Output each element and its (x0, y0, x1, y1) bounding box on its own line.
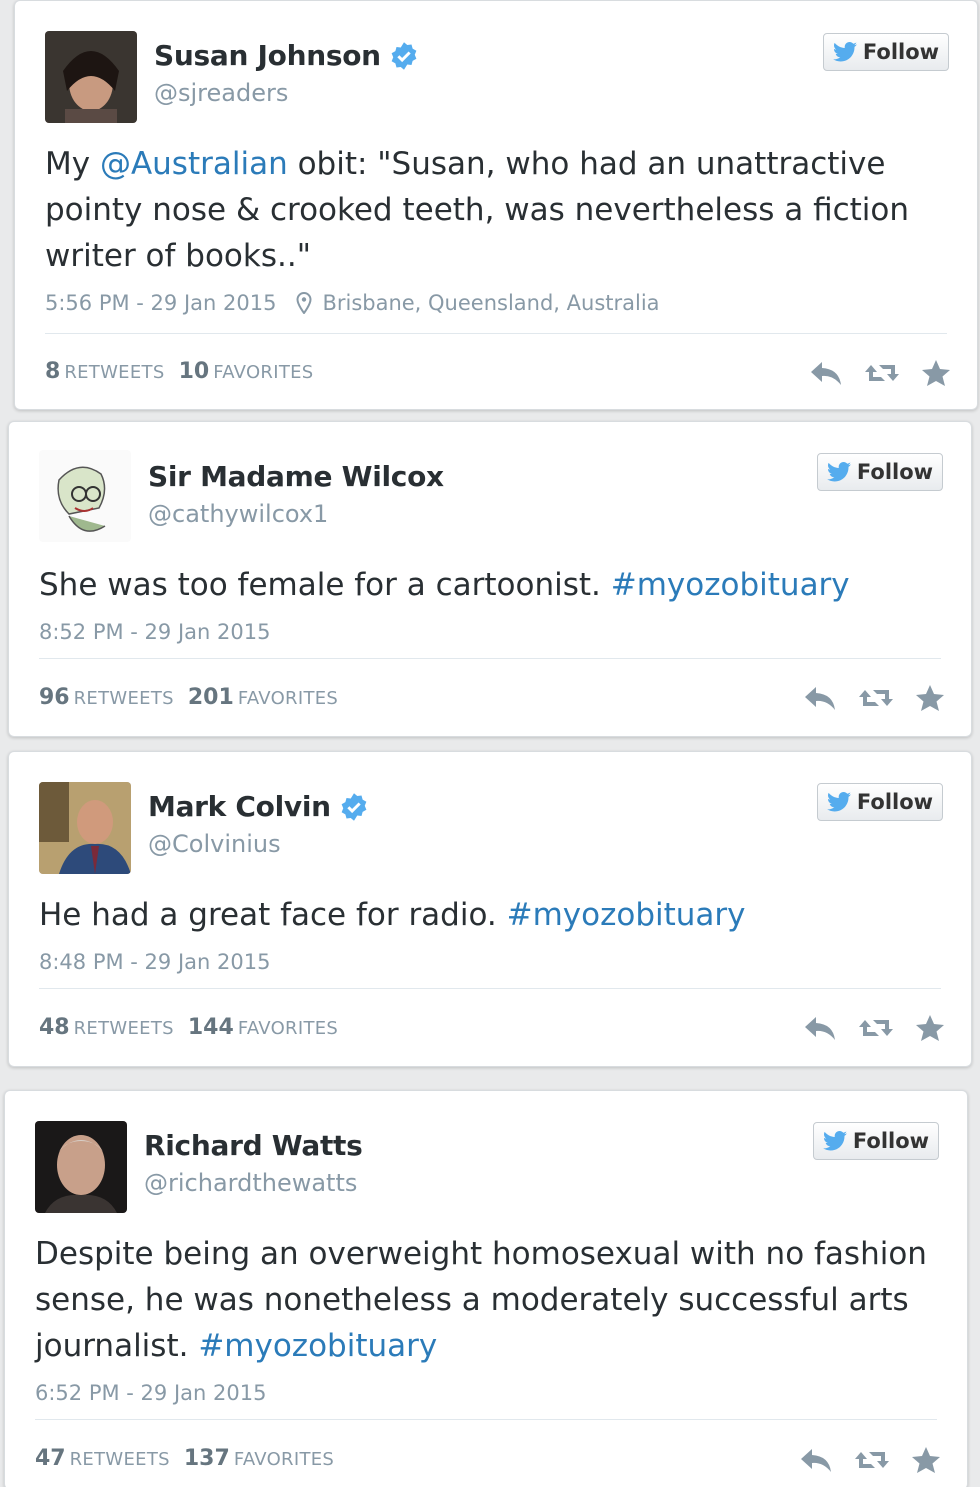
follow-label: Follow (852, 1129, 930, 1153)
display-name[interactable]: Mark Colvin (148, 790, 331, 823)
tweet-text: Despite being an overweight homosexual w… (35, 1231, 935, 1369)
hashtag-link[interactable]: #myozobituary (507, 897, 746, 933)
retweets-label: Retweets (69, 1449, 170, 1470)
retweet-count[interactable]: 96 (39, 685, 70, 710)
follow-button[interactable]: Follow (813, 1122, 939, 1160)
tweet-text: My @Australian obit: "Susan, who had an … (45, 141, 945, 279)
twitter-bird-icon (832, 42, 857, 62)
tweet-text-segment: My (45, 146, 100, 182)
verified-badge-icon (341, 792, 367, 821)
divider (39, 988, 941, 989)
reply-icon[interactable] (803, 1014, 837, 1042)
timestamp[interactable]: 6:52 PM - 29 Jan 2015 (35, 1381, 266, 1405)
display-name[interactable]: Susan Johnson (154, 39, 381, 72)
retweets-label: Retweets (73, 1018, 174, 1039)
mention-link[interactable]: @Australian (100, 146, 288, 182)
tweet-card: Susan Johnson @sjreaders Follow My @Aust… (14, 0, 978, 410)
follow-label: Follow (862, 40, 940, 64)
retweet-icon[interactable] (857, 1014, 895, 1042)
avatar[interactable] (39, 450, 131, 542)
follow-button[interactable]: Follow (817, 453, 943, 491)
favorite-count[interactable]: 144 (188, 1015, 234, 1040)
favorite-star-icon[interactable] (915, 1014, 945, 1042)
retweets-label: Retweets (73, 688, 174, 709)
user-handle[interactable]: @richardthewatts (144, 1169, 357, 1197)
twitter-bird-icon (822, 1131, 847, 1151)
favorite-star-icon[interactable] (911, 1446, 941, 1474)
tweet-text-segment: He had a great face for radio. (39, 897, 507, 933)
avatar[interactable] (35, 1121, 127, 1213)
user-handle[interactable]: @Colvinius (148, 830, 281, 858)
hashtag-link[interactable]: #myozobituary (198, 1328, 437, 1364)
divider (35, 1419, 937, 1420)
retweets-label: Retweets (64, 362, 165, 383)
tweet-text-segment: She was too female for a cartoonist. (39, 567, 611, 603)
favorite-star-icon[interactable] (915, 684, 945, 712)
favorite-star-icon[interactable] (921, 359, 951, 387)
retweet-icon[interactable] (853, 1446, 891, 1474)
favorites-label: Favorites (213, 362, 314, 383)
favorite-count[interactable]: 137 (184, 1446, 230, 1471)
retweet-count[interactable]: 48 (39, 1015, 70, 1040)
avatar[interactable] (39, 782, 131, 874)
follow-button[interactable]: Follow (823, 33, 949, 71)
user-handle[interactable]: @sjreaders (154, 79, 288, 107)
follow-button[interactable]: Follow (817, 783, 943, 821)
tweet-text: He had a great face for radio. #myozobit… (39, 892, 939, 938)
favorites-label: Favorites (237, 1018, 339, 1039)
location[interactable]: Brisbane, Queensland, Australia (322, 291, 659, 315)
twitter-bird-icon (826, 462, 851, 482)
hashtag-link[interactable]: #myozobituary (611, 567, 850, 603)
retweet-icon[interactable] (863, 359, 901, 387)
timestamp[interactable]: 5:56 PM - 29 Jan 2015 (45, 291, 276, 315)
favorites-label: Favorites (237, 688, 339, 709)
favorite-count[interactable]: 201 (188, 685, 234, 710)
retweet-count[interactable]: 8 (45, 359, 60, 384)
divider (39, 658, 941, 659)
user-handle[interactable]: @cathywilcox1 (148, 500, 328, 528)
tweet-card: Mark Colvin @Colvinius Follow He had a g… (8, 751, 972, 1067)
reply-icon[interactable] (803, 684, 837, 712)
timestamp[interactable]: 8:52 PM - 29 Jan 2015 (39, 620, 270, 644)
follow-label: Follow (856, 790, 934, 814)
tweet-text-segment: Despite being an overweight homosexual w… (35, 1236, 927, 1364)
tweet-card: Richard Watts @richardthewatts Follow De… (4, 1090, 968, 1487)
twitter-bird-icon (826, 792, 851, 812)
divider (45, 333, 947, 334)
display-name[interactable]: Richard Watts (144, 1129, 363, 1162)
display-name[interactable]: Sir Madame Wilcox (148, 460, 444, 493)
follow-label: Follow (856, 460, 934, 484)
reply-icon[interactable] (809, 359, 843, 387)
verified-badge-icon (391, 41, 417, 70)
tweet-card: Sir Madame Wilcox @cathywilcox1 Follow S… (8, 421, 972, 737)
retweet-icon[interactable] (857, 684, 895, 712)
tweet-text: She was too female for a cartoonist. #my… (39, 562, 939, 608)
favorites-label: Favorites (233, 1449, 335, 1470)
avatar[interactable] (45, 31, 137, 123)
favorite-count[interactable]: 10 (179, 359, 210, 384)
retweet-count[interactable]: 47 (35, 1446, 66, 1471)
reply-icon[interactable] (799, 1446, 833, 1474)
timestamp[interactable]: 8:48 PM - 29 Jan 2015 (39, 950, 270, 974)
location-pin-icon (296, 292, 312, 314)
